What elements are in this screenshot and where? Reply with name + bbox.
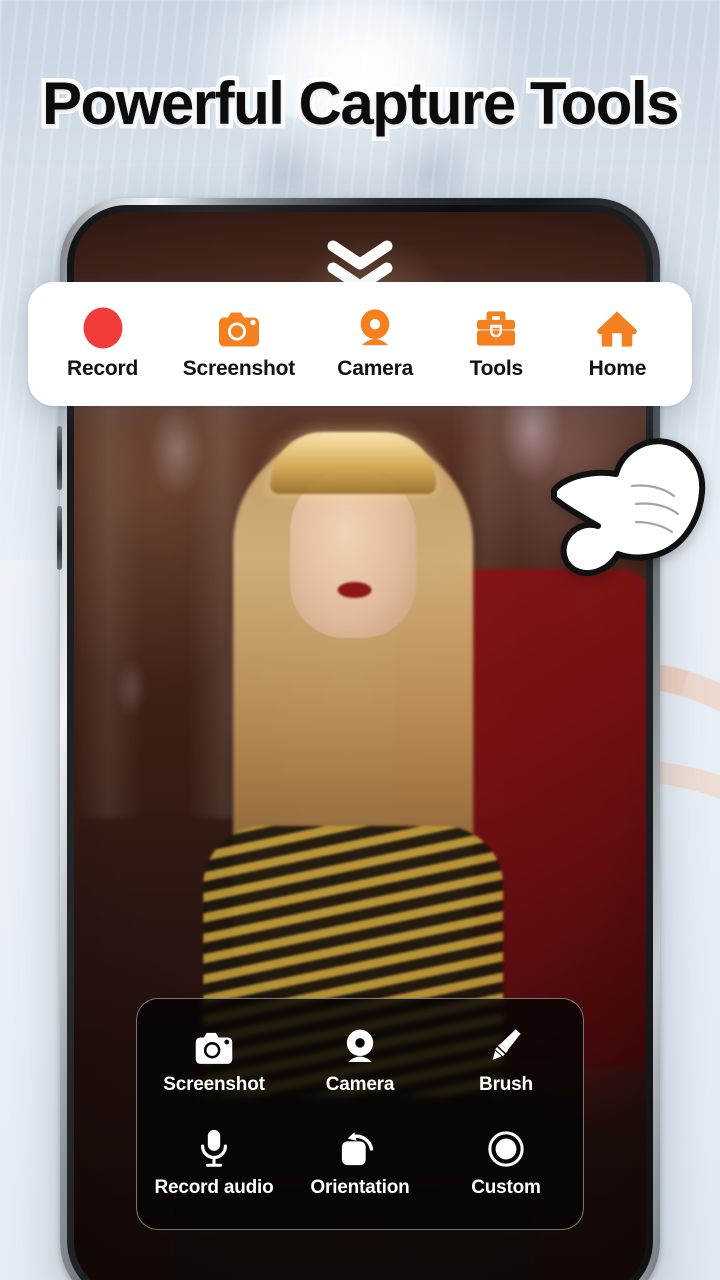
camera-icon (216, 307, 262, 349)
capture-toolbar: Record Screenshot Camera Tools Home (28, 282, 692, 406)
toolbar-item-camera[interactable]: Camera (334, 307, 416, 381)
toolbar-item-record[interactable]: Record (62, 307, 144, 381)
phone-volume-up-button (57, 426, 62, 490)
microphone-icon (197, 1128, 231, 1168)
promo-screenshot: Powerful Capture Tools Screenshot Camera… (0, 0, 720, 1280)
home-icon (596, 307, 638, 349)
page-title: Powerful Capture Tools (38, 68, 684, 140)
record-dot-icon (82, 307, 124, 349)
quick-action-custom[interactable]: Custom (471, 1128, 541, 1199)
quick-action-camera[interactable]: Camera (325, 1025, 395, 1096)
quick-action-label: Orientation (310, 1177, 410, 1198)
quick-action-label: Record audio (154, 1177, 274, 1198)
toolbar-item-tools[interactable]: Tools (455, 307, 537, 381)
rotate-screen-icon (339, 1128, 381, 1168)
webcam-icon (340, 1025, 380, 1065)
record-ring-icon (487, 1128, 525, 1168)
camera-icon (193, 1025, 235, 1065)
quick-action-screenshot[interactable]: Screenshot (163, 1025, 265, 1096)
toolbar-item-screenshot[interactable]: Screenshot (183, 307, 295, 381)
quick-action-label: Camera (325, 1074, 395, 1095)
quick-action-label: Custom (471, 1177, 541, 1198)
quick-action-record-audio[interactable]: Record audio (154, 1128, 274, 1199)
webcam-icon (354, 307, 396, 349)
quick-actions-panel: Screenshot Camera Brush Record audio Ori… (136, 998, 584, 1230)
toolbar-item-label: Home (588, 357, 647, 380)
toolbar-item-home[interactable]: Home (576, 307, 658, 381)
toolbar-item-label: Tools (469, 357, 524, 380)
toolbar-item-label: Camera (337, 357, 414, 380)
paintbrush-icon (486, 1025, 526, 1065)
quick-action-orientation[interactable]: Orientation (310, 1128, 410, 1199)
pointing-hand-icon (536, 422, 712, 594)
quick-action-label: Screenshot (163, 1074, 265, 1095)
quick-action-brush[interactable]: Brush (479, 1025, 533, 1096)
toolbar-item-label: Record (66, 357, 139, 380)
phone-volume-down-button (57, 506, 62, 570)
quick-action-label: Brush (479, 1074, 533, 1095)
toolbox-icon (475, 307, 517, 349)
toolbar-item-label: Screenshot (182, 357, 296, 380)
